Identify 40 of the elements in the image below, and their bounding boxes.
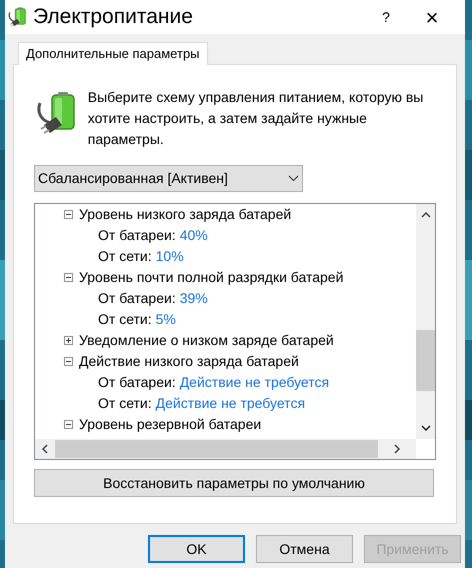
setting-label: От сети: xyxy=(98,394,152,413)
setting-label: От батареи: xyxy=(98,226,176,245)
collapse-icon[interactable] xyxy=(64,210,73,219)
tree-item[interactable]: Уровень низкого заряда батарей xyxy=(79,204,292,225)
tree-item[interactable]: Уровень почти полной разрядки батарей xyxy=(79,267,344,288)
setting-value-link[interactable]: Действие не требуется xyxy=(156,393,306,414)
chevron-down-icon xyxy=(288,175,299,182)
restore-defaults-button[interactable]: Восстановить параметры по умолчанию xyxy=(34,469,434,497)
collapse-icon[interactable] xyxy=(64,357,73,366)
chevron-right-icon[interactable] xyxy=(394,444,400,454)
window-title: Электропитание xyxy=(33,4,193,30)
setting-value-link[interactable]: Действие не требуется xyxy=(180,372,330,393)
tree-item[interactable]: Уровень резервной батареи xyxy=(79,414,262,435)
tab[interactable]: Дополнительные параметры xyxy=(18,42,208,65)
scroll-thumb[interactable] xyxy=(416,330,435,391)
tree-item[interactable]: Действие низкого заряда батарей xyxy=(79,351,299,372)
setting-label: От батареи: xyxy=(98,289,176,308)
setting-value-link[interactable]: 5% xyxy=(156,309,176,330)
dialog-button[interactable]: OK xyxy=(148,535,245,563)
scroll-thumb[interactable] xyxy=(55,440,378,458)
dialog-button[interactable]: Отмена xyxy=(256,535,353,563)
collapse-icon[interactable] xyxy=(64,420,73,429)
setting-value-link[interactable]: 40% xyxy=(180,225,208,246)
collapse-icon[interactable] xyxy=(64,273,73,282)
setting-value-link[interactable]: 10% xyxy=(156,246,184,267)
horizontal-scrollbar[interactable] xyxy=(35,439,416,459)
plan-dropdown[interactable]: Сбалансированная [Активен] xyxy=(34,165,303,192)
chevron-up-icon[interactable] xyxy=(420,212,430,218)
vertical-scrollbar[interactable] xyxy=(416,204,435,439)
intro-text: Выберите схему управления питанием, которую вы хотите настроить, а затем задайте нужные параметры. xyxy=(88,88,424,149)
setting-label: От батареи: xyxy=(98,373,176,392)
chevron-down-icon[interactable] xyxy=(420,425,430,431)
setting-value-link[interactable]: 39% xyxy=(180,288,208,309)
setting-label: От сети: xyxy=(98,247,152,266)
close-button[interactable]: × xyxy=(409,0,455,34)
setting-label: От сети: xyxy=(98,310,152,329)
expand-icon[interactable] xyxy=(64,336,73,345)
chevron-left-icon[interactable] xyxy=(42,444,48,454)
tree-item[interactable]: Уведомление о низком заряде батарей xyxy=(79,330,334,351)
help-button[interactable]: ? xyxy=(363,0,409,34)
